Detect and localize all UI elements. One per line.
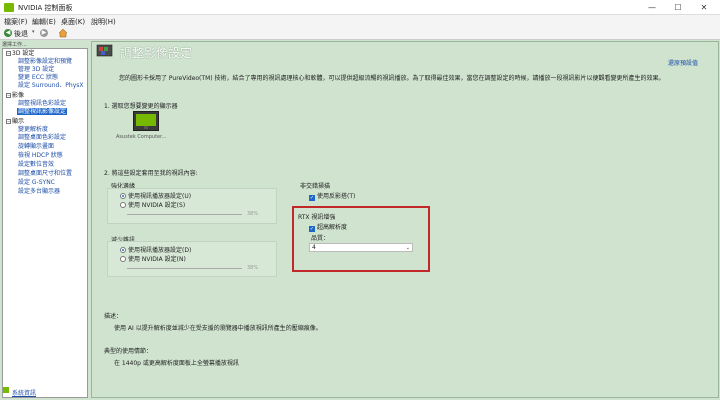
close-button[interactable]: ✕ (694, 1, 714, 14)
tree-item-image-preview[interactable]: 調整影像設定和預覽 (18, 58, 72, 65)
edge-player-radio[interactable]: 使用視訊播放器設定(U) (120, 191, 191, 200)
collapse-icon[interactable]: − (6, 119, 11, 124)
restore-defaults-link[interactable]: 還原預設值 (668, 58, 698, 67)
edge-slider-value: 38% (247, 211, 259, 217)
noise-slider[interactable] (127, 268, 242, 269)
title-bar: NVIDIA 控制面板 — ☐ ✕ (0, 0, 720, 15)
quality-select[interactable]: 4 ⌄ (309, 243, 413, 252)
noise-slider-value: 38% (247, 265, 259, 271)
usage-label: 典型的使用情節： (104, 348, 153, 355)
tree-item-hdcp[interactable]: 檢視 HDCP 狀態 (18, 152, 63, 159)
deinterlace-label: 非交錯掃描 (300, 183, 331, 190)
description-text: 使用 AI 以提升解析度並減少在受支援的瀏覽器中播放視訊所產生的壓縮痕像。 (114, 325, 322, 332)
tree-item-resolution[interactable]: 變更解析度 (18, 126, 48, 133)
section-apply-settings: 2. 將這些設定套用至我的視訊內容: (104, 170, 198, 177)
toolbar: ◀ 後退 ▾ ▶ (0, 26, 720, 40)
tree-item-audio[interactable]: 設定數位音效 (18, 161, 54, 168)
tree-item-gsync[interactable]: 設定 G-SYNC (18, 179, 55, 186)
description-label: 描述： (104, 313, 123, 320)
back-dropdown-icon[interactable]: ▾ (32, 29, 35, 35)
quality-label: 品質： (311, 235, 330, 242)
tree-item-desktop-color[interactable]: 調整桌面色彩設定 (18, 134, 66, 141)
nvidia-logo-icon (4, 3, 14, 12)
collapse-icon[interactable]: − (6, 93, 11, 98)
collapse-icon[interactable]: − (6, 51, 11, 56)
chevron-down-icon: ⌄ (405, 245, 410, 251)
tree-category-display[interactable]: − 顯示 (6, 118, 24, 125)
section-select-display: 1. 選取您想要變更的顯示器 (104, 103, 178, 110)
noise-nvidia-radio[interactable]: 使用 NVIDIA 設定(N) (120, 254, 186, 263)
usage-text: 在 1440p 或更高解析度面板上全螢幕播放視訊 (114, 360, 239, 367)
noise-player-radio[interactable]: 使用視訊播放器設定(D) (120, 245, 191, 254)
tree-category-3d[interactable]: −3D 設定 (6, 50, 34, 57)
rtx-video-label: RTX 視訊增強 (298, 214, 336, 221)
tree-item-multi-display[interactable]: 設定多台顯示器 (18, 188, 60, 195)
forward-arrow-icon[interactable]: ▶ (40, 29, 48, 37)
window-title: NVIDIA 控制面板 (18, 4, 73, 12)
tree-item-video-image[interactable]: 調整視訊影像設定 (17, 108, 68, 115)
system-info-link[interactable]: 系統資訊 (12, 388, 36, 397)
tree-item-ecc[interactable]: 變更 ECC 狀態 (18, 74, 58, 81)
back-arrow-icon[interactable]: ◀ (4, 29, 12, 37)
tree-item-manage-3d[interactable]: 管理 3D 設定 (18, 66, 54, 73)
home-icon[interactable] (58, 28, 68, 38)
tree-item-desktop-size[interactable]: 調整桌面尺寸和位置 (18, 170, 72, 177)
menu-bar: 檔案(F) 編輯(E) 桌面(K) 說明(H) (0, 15, 720, 26)
edge-nvidia-radio[interactable]: 使用 NVIDIA 設定(S) (120, 200, 185, 209)
inverse-telecine-checkbox[interactable]: ✓ 使用反影搭(T) (309, 191, 355, 201)
checkmark-icon: ✓ (309, 226, 315, 232)
edge-slider[interactable] (127, 214, 242, 215)
page-description: 您的圖形卡採用了 PureVideo(TM) 技術，結合了專用的視訊處理核心和軟… (119, 75, 665, 82)
tree-item-video-color[interactable]: 調整視訊色彩設定 (18, 100, 66, 107)
monitor-label: Asustek Computer... (116, 134, 167, 140)
tree-category-video[interactable]: − 影像 (6, 92, 24, 99)
super-resolution-checkbox[interactable]: ✓ 超高解析度 (309, 222, 347, 232)
back-button[interactable]: 後退 (14, 29, 28, 39)
task-label: 選擇工作... (2, 42, 27, 48)
checkmark-icon: ✓ (309, 195, 315, 201)
minimize-button[interactable]: — (642, 1, 662, 14)
maximize-button[interactable]: ☐ (668, 1, 688, 14)
tree-item-surround-physx[interactable]: 設定 Surround、PhysX (18, 82, 84, 89)
system-info-icon (3, 387, 9, 393)
tree-item-rotate[interactable]: 旋轉顯示畫面 (18, 143, 54, 150)
page-title: 調整影像設定 (120, 46, 193, 60)
monitor-icon[interactable] (133, 111, 159, 131)
video-settings-icon (96, 44, 113, 57)
